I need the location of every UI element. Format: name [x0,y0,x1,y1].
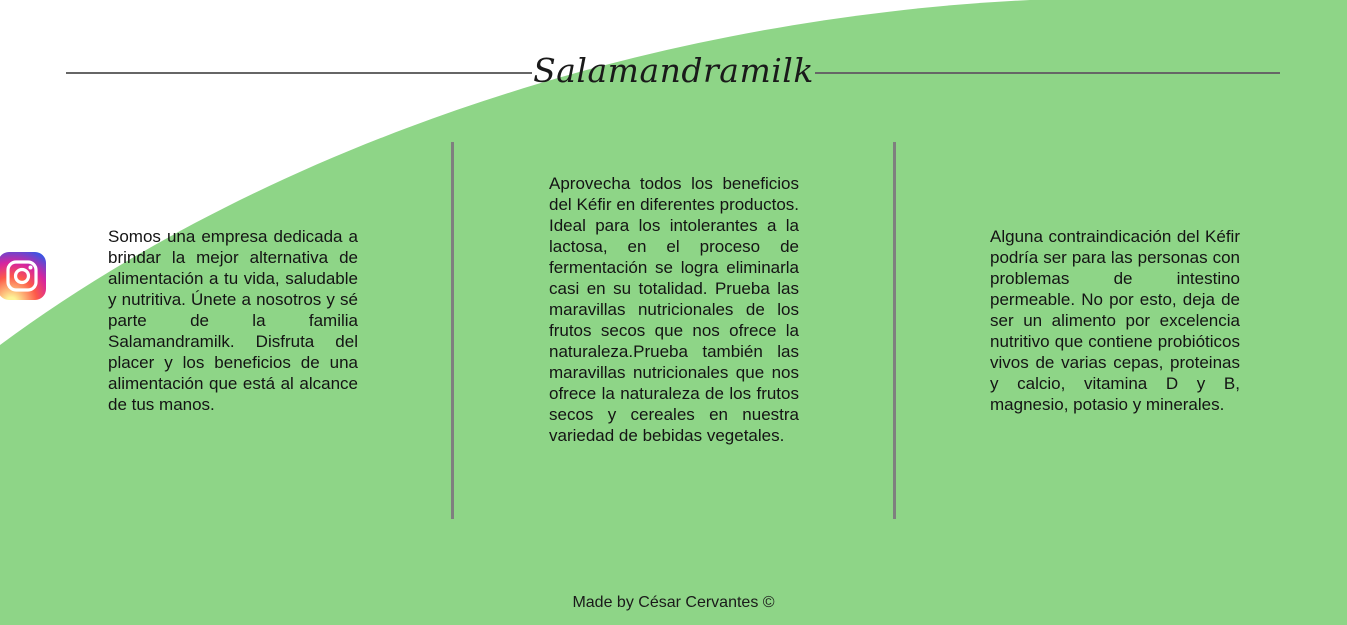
column-divider-2 [893,142,896,519]
instagram-link[interactable] [0,252,46,300]
about-text: Somos una empresa dedicada a brindar la … [108,227,358,414]
title-divider-left [66,72,532,74]
contraindications-text: Alguna contraindicación del Kéfir podría… [990,227,1240,414]
instagram-icon [6,260,38,292]
footer-credit: Made by César Cervantes © [572,594,775,611]
column-divider-1 [451,142,454,519]
page-title: Salamandramilk [533,51,814,90]
benefits-text: Aprovecha todos los beneficios del Kéfir… [549,174,799,445]
title-row: Salamandramilk [66,50,1280,94]
title-divider-right [815,72,1280,74]
